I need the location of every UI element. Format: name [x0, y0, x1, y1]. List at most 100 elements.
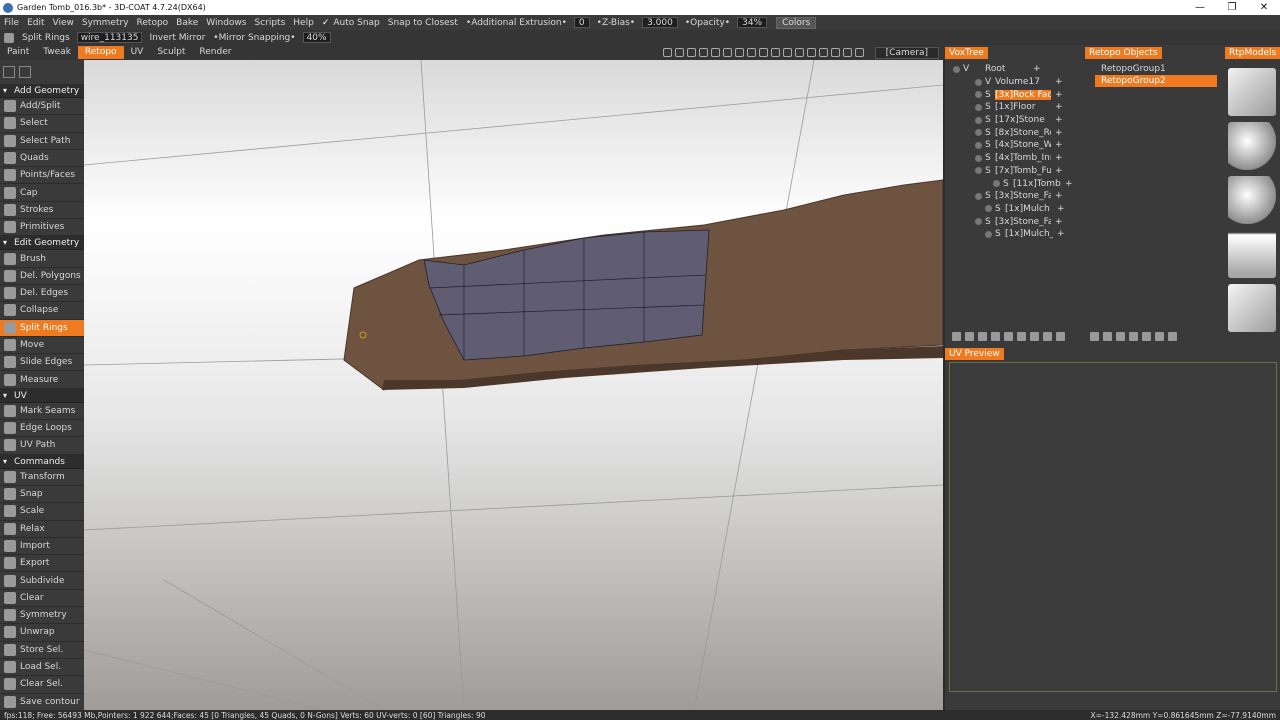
mirror-snapping-field[interactable]: 40%: [302, 32, 331, 43]
tool-export[interactable]: Export: [0, 555, 84, 573]
visibility-icon[interactable]: [993, 180, 1000, 188]
add-layer-button[interactable]: +: [1055, 153, 1063, 163]
tab-uv[interactable]: UV: [124, 46, 151, 59]
add-layer-button[interactable]: +: [1065, 179, 1073, 189]
menu-scripts[interactable]: Scripts: [250, 18, 289, 28]
zbias-field[interactable]: 3.000: [642, 17, 678, 28]
play-outline-icon[interactable]: [758, 48, 768, 57]
maximize-button[interactable]: ❐: [1216, 2, 1248, 13]
tool-import[interactable]: Import: [0, 538, 84, 556]
tool-save-contour[interactable]: Save contour: [0, 694, 84, 711]
cylinder-icon[interactable]: [1228, 176, 1276, 224]
tool-subdivide[interactable]: Subdivide: [0, 572, 84, 590]
visibility-icon[interactable]: [975, 141, 982, 149]
fit-icon[interactable]: [842, 48, 852, 57]
tool-slide-edges[interactable]: Slide Edges: [0, 354, 84, 372]
colors-button[interactable]: Colors: [776, 16, 817, 29]
new-group-icon[interactable]: [1090, 332, 1099, 341]
zoom-icon[interactable]: [734, 48, 744, 57]
tool-del-edges[interactable]: Del. Edges: [0, 285, 84, 303]
tab-tweak[interactable]: Tweak: [36, 46, 78, 59]
voxtree-row[interactable]: S [3x]Stone_Fa +: [945, 215, 1082, 228]
visibility-icon[interactable]: [975, 116, 982, 124]
add-layer-button[interactable]: +: [1055, 166, 1063, 176]
section-edit-geometry[interactable]: Edit Geometry: [0, 236, 84, 251]
tool-points-faces[interactable]: Points/Faces: [0, 167, 84, 185]
ortho-icon[interactable]: [854, 48, 864, 57]
tool-mark-seams[interactable]: Mark Seams: [0, 403, 84, 421]
tool-edge-loops[interactable]: Edge Loops: [0, 420, 84, 438]
tab-render[interactable]: Render: [192, 46, 238, 59]
menu-edit[interactable]: Edit: [23, 18, 48, 28]
close-icon[interactable]: [1056, 332, 1065, 341]
no-symbol-icon[interactable]: [782, 48, 792, 57]
auto-snap-checkbox[interactable]: ✓: [322, 18, 330, 28]
add-layer-button[interactable]: +: [1057, 204, 1065, 214]
uv-preview-area[interactable]: [949, 362, 1277, 692]
voxtree-row[interactable]: S [3x]Stone_Fa +: [945, 190, 1082, 203]
screen-icon[interactable]: [830, 48, 840, 57]
opacity-field[interactable]: 34%: [737, 17, 768, 28]
menu-file[interactable]: File: [0, 18, 23, 28]
tool-collapse[interactable]: Collapse: [0, 302, 84, 320]
light-icon[interactable]: [674, 48, 684, 57]
tool-uv-path[interactable]: UV Path: [0, 437, 84, 455]
voxtree-row[interactable]: S [8x]Stone_Re +: [945, 126, 1082, 139]
tool-select-path[interactable]: Select Path: [0, 133, 84, 150]
add-layer-button[interactable]: +: [1055, 140, 1063, 150]
voxtree-row-root[interactable]: V Root +: [945, 63, 1082, 76]
tab-uv-preview[interactable]: UV Preview: [945, 348, 1004, 360]
voxtree-row[interactable]: S [4x]Stone_Wa +: [945, 139, 1082, 152]
pan-icon[interactable]: [698, 48, 708, 57]
paint-drop-icon[interactable]: [686, 48, 696, 57]
voxtree-row[interactable]: S [1x]Floor +: [945, 101, 1082, 114]
section-commands[interactable]: Commands: [0, 454, 84, 469]
visibility-icon[interactable]: [975, 218, 982, 226]
cube-view-icon[interactable]: [794, 48, 804, 57]
tool-del-polygons[interactable]: Del. Polygons: [0, 268, 84, 285]
sphere-icon[interactable]: [991, 332, 1000, 341]
frame-icon[interactable]: [770, 48, 780, 57]
grid-icon[interactable]: [806, 48, 816, 57]
axis-icon[interactable]: [818, 48, 828, 57]
visibility-icon[interactable]: [953, 65, 960, 73]
visibility-icon[interactable]: [975, 129, 982, 137]
tool-move[interactable]: Move: [0, 337, 84, 355]
grid-icon[interactable]: [1043, 332, 1052, 341]
cone-icon[interactable]: [1228, 230, 1276, 278]
arrows-icon[interactable]: [1017, 332, 1026, 341]
visibility-icon[interactable]: [975, 192, 982, 200]
pen-icon[interactable]: [19, 66, 31, 78]
menu-bake[interactable]: Bake: [172, 18, 202, 28]
visibility-icon[interactable]: [985, 205, 992, 213]
tool-select[interactable]: Select: [0, 115, 84, 133]
arrows-icon[interactable]: [1129, 332, 1138, 341]
tool-relax[interactable]: Relax: [0, 521, 84, 538]
copy-icon[interactable]: [978, 332, 987, 341]
voxtree-row[interactable]: S [3x]Rock Fac +: [945, 88, 1082, 101]
tool-quads[interactable]: Quads: [0, 150, 84, 168]
tool-scale[interactable]: Scale: [0, 503, 84, 521]
grid-icon[interactable]: [1155, 332, 1164, 341]
tool-transform[interactable]: Transform: [0, 469, 84, 486]
move-icon[interactable]: [722, 48, 732, 57]
tool-snap[interactable]: Snap: [0, 486, 84, 504]
tab-sculpt[interactable]: Sculpt: [150, 46, 192, 59]
tool-store-sel[interactable]: Store Sel.: [0, 642, 84, 659]
menu-windows[interactable]: Windows: [202, 18, 250, 28]
section-uv[interactable]: UV: [0, 388, 84, 403]
merge-icon[interactable]: [1142, 332, 1151, 341]
snap-mode-select[interactable]: Snap to Closest: [384, 18, 462, 28]
merge-icon[interactable]: [1004, 332, 1013, 341]
new-volume-icon[interactable]: [952, 332, 961, 341]
tool-strokes[interactable]: Strokes: [0, 202, 84, 220]
menu-symmetry[interactable]: Symmetry: [78, 18, 133, 28]
visibility-icon[interactable]: [975, 154, 982, 162]
retopo-group-row[interactable]: RetopoGroup2: [1095, 75, 1217, 87]
tool-brush[interactable]: Brush: [0, 250, 84, 268]
voxtree-row[interactable]: S [1x]Mulch_ +: [945, 228, 1082, 241]
export-icon[interactable]: [1030, 332, 1039, 341]
capsule-icon[interactable]: [1228, 122, 1276, 170]
tool-symmetry[interactable]: Symmetry: [0, 607, 84, 625]
voxtree-row[interactable]: S [11x]Tomb +: [945, 177, 1082, 190]
